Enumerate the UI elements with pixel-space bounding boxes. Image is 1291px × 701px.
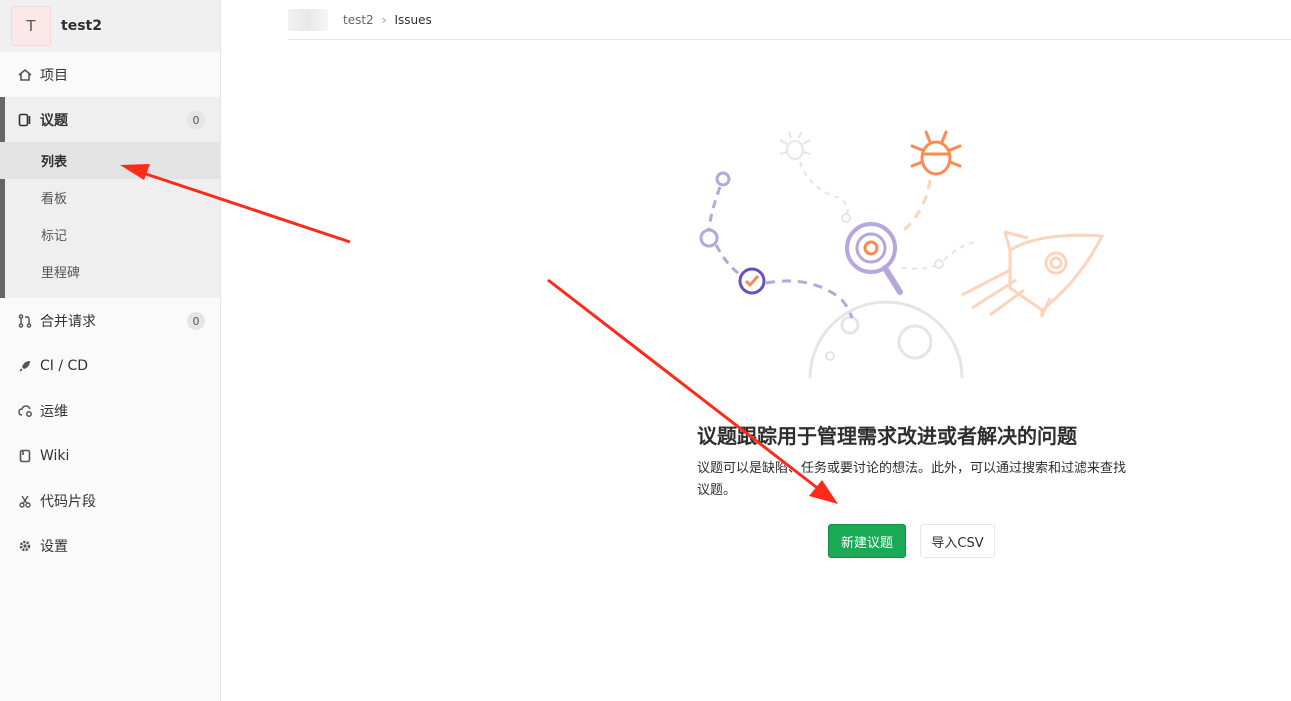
issues-count-badge: 0 xyxy=(187,111,205,129)
project-header[interactable]: T test2 xyxy=(0,0,220,52)
chevron-right-icon: › xyxy=(381,12,387,27)
sidebar-subitem-labels[interactable]: 标记 xyxy=(0,216,220,253)
sidebar-item-project[interactable]: 项目 xyxy=(0,57,220,93)
sidebar-subitem-boards[interactable]: 看板 xyxy=(0,179,220,216)
sidebar-item-label: 项目 xyxy=(40,68,68,84)
new-issue-button[interactable]: 新建议题 xyxy=(828,524,906,558)
merge-request-icon xyxy=(17,313,33,329)
sidebar-item-operations[interactable]: 运维 xyxy=(0,393,220,429)
breadcrumb: test2 › Issues xyxy=(288,0,1291,40)
issues-section: 议题 0 列表 看板 标记 里程碑 xyxy=(0,97,220,298)
home-icon xyxy=(17,67,33,83)
sidebar-subitem-milestones[interactable]: 里程碑 xyxy=(0,253,220,290)
sidebar-item-settings[interactable]: 设置 xyxy=(0,528,220,564)
subitem-label: 标记 xyxy=(41,229,68,244)
book-icon xyxy=(17,448,33,464)
sidebar-item-snippets[interactable]: 代码片段 xyxy=(0,483,220,519)
sidebar: T test2 项目 议题 0 列表 看板 标记 里程碑 合并请求 0 CI /… xyxy=(0,0,221,701)
merge-requests-count-badge: 0 xyxy=(187,312,205,330)
sidebar-item-label: Wiki xyxy=(40,448,70,464)
project-name[interactable]: test2 xyxy=(61,18,102,34)
breadcrumb-current[interactable]: Issues xyxy=(395,13,432,27)
issues-icon xyxy=(17,112,33,128)
sidebar-item-label: 合并请求 xyxy=(40,314,96,330)
subitem-label: 看板 xyxy=(41,192,68,207)
gear-icon xyxy=(17,538,33,554)
subitem-label: 列表 xyxy=(41,155,68,170)
subitem-label: 里程碑 xyxy=(41,266,81,281)
sidebar-item-label: 设置 xyxy=(40,539,68,555)
sidebar-item-label: 运维 xyxy=(40,404,68,420)
scissors-icon xyxy=(17,493,33,509)
sidebar-item-issues[interactable]: 议题 0 xyxy=(0,101,220,139)
empty-state-title: 议题跟踪用于管理需求改进或者解决的问题 xyxy=(697,424,1077,448)
breadcrumb-project-link[interactable]: test2 xyxy=(343,13,374,27)
empty-state-description: 议题可以是缺陷、任务或要讨论的想法。此外，可以通过搜索和过滤来查找议题。 xyxy=(697,461,1127,498)
cloud-gear-icon xyxy=(17,403,33,419)
sidebar-item-label: 代码片段 xyxy=(40,494,96,510)
sidebar-item-wiki[interactable]: Wiki xyxy=(0,438,220,474)
issues-empty-illustration xyxy=(699,130,1104,379)
rocket-icon xyxy=(17,358,33,374)
sidebar-item-merge-requests[interactable]: 合并请求 0 xyxy=(0,303,220,339)
sidebar-item-label: CI / CD xyxy=(40,358,89,374)
import-csv-button[interactable]: 导入CSV xyxy=(920,524,995,558)
sidebar-subitem-list[interactable]: 列表 xyxy=(0,142,220,179)
project-avatar: T xyxy=(11,6,51,46)
sidebar-item-ci-cd[interactable]: CI / CD xyxy=(0,348,220,384)
sidebar-item-label: 议题 xyxy=(40,113,68,129)
group-avatar-blurred[interactable] xyxy=(288,8,328,31)
